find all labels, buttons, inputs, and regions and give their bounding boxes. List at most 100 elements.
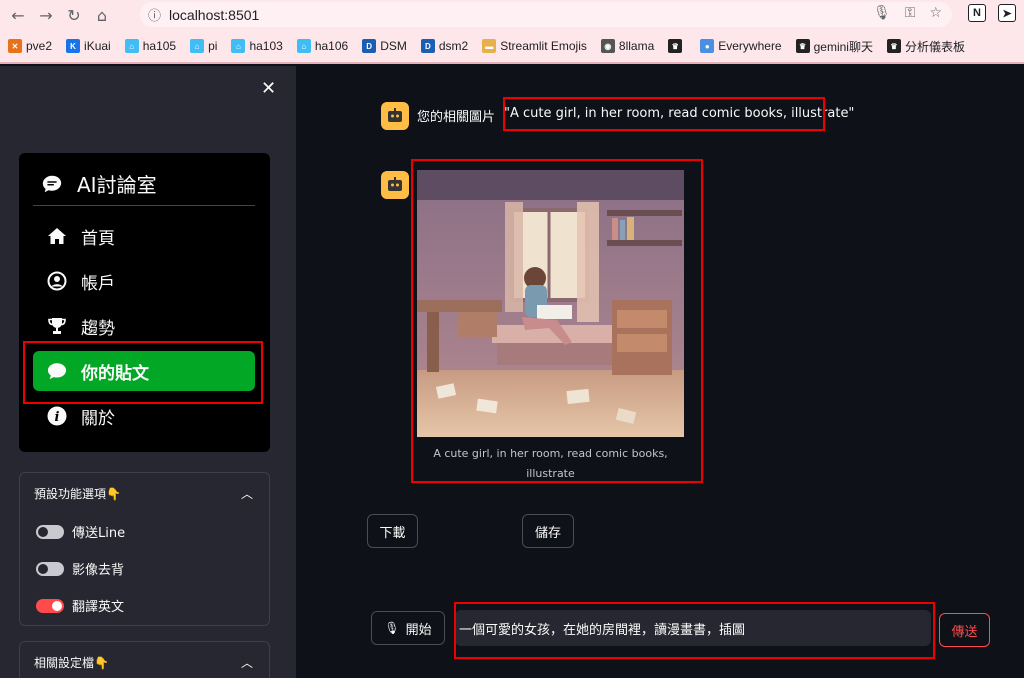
telegram-icon[interactable]: ➤ [998,4,1016,22]
bookmark-item[interactable]: ♛ [668,39,686,53]
toggle-switch[interactable] [36,561,64,576]
bookmark-label: pve2 [26,39,53,53]
bookmark-label: iKuai [84,39,111,53]
save-button[interactable]: 儲存 [522,514,574,548]
bookmark-item[interactable]: KiKuai [66,39,111,53]
crown-icon: ♛ [886,39,901,53]
bookmark-item[interactable]: Ddsm2 [420,39,468,53]
svg-text:i: i [55,410,60,425]
navigation-menu: AI討論室 首頁 帳戶 趨勢 你的貼文 i 關於 [19,153,270,452]
bookmark-item[interactable]: ⌂ ha106 [296,39,349,53]
toggle-send-line[interactable]: 傳送Line [20,513,269,550]
x-icon: ✕ [8,39,22,53]
robot-icon [388,177,402,191]
bookmark-item[interactable]: ⌂ pi [190,39,217,53]
bookmark-item[interactable]: ♛ 分析儀表板 [886,38,965,55]
related-image-prefix: 您的相關圖片 [417,110,496,125]
microphone-icon: 🎙 [384,621,400,635]
dsm-icon: D [420,39,435,53]
bot-avatar [381,171,409,199]
bookmark-label: Streamlit Emojis [500,39,587,53]
toggle-translate-english[interactable]: 翻譯英文 [20,587,269,624]
menu-item-label: 關於 [81,408,115,429]
bookmark-item[interactable]: ⌂ ha103 [231,39,283,53]
trophy-icon [47,316,67,336]
chevron-up-icon: ︿ [240,486,253,501]
home-icon[interactable]: ⌂ [88,1,116,29]
crown-icon: ♛ [668,39,683,53]
bookmark-item[interactable]: ♛ gemini聊天 [795,38,873,55]
menu-item-home[interactable]: 首頁 [33,216,255,256]
toggle-label: 翻譯英文 [72,600,125,615]
sidebar: ✕ AI討論室 首頁 帳戶 趨勢 你的貼文 i 關於 預設功能選項👇 ︿ 傳送L… [0,66,296,678]
highlight-box [503,97,825,131]
crown-icon: ♛ [795,39,810,53]
toggle-switch[interactable] [36,598,64,613]
toggle-remove-background[interactable]: 影像去背 [20,550,269,587]
bookmark-item[interactable]: ⌂ ha105 [124,39,177,53]
bookmarks-bar: ✕ pve2 KiKuai ⌂ ha105 ⌂ pi ⌂ ha103 ⌂ ha106 D DSM Ddsm… [0,30,1024,64]
folder-icon: ▬ [482,39,497,53]
bookmark-item[interactable]: ▬ Streamlit Emojis [482,39,587,53]
bookmark-label: 8llama [618,39,655,53]
highlight-box [23,341,263,404]
chevron-up-icon: ︿ [240,655,253,670]
back-icon[interactable]: ← [4,1,32,29]
chat-bubble-icon: ● [700,39,715,53]
site-info-icon[interactable]: ⓘ [148,5,161,24]
robot-icon [388,108,402,122]
mic-start-button[interactable]: 🎙 開始 [371,611,445,645]
llama-icon: ◉ [600,39,615,53]
options-expander: 預設功能選項👇 ︿ 傳送Line 影像去背 翻譯英文 [19,472,270,626]
menu-item-label: 帳戶 [81,273,115,294]
config-expander: 相關設定檔👇 ︿ [19,641,270,678]
close-sidebar-icon[interactable]: ✕ [261,78,276,99]
menu-item-label: 趨勢 [81,318,115,339]
reload-icon[interactable]: ↻ [60,1,88,29]
bookmark-label: ha105 [142,39,177,53]
menu-title-text: AI討論室 [77,173,157,197]
bookmark-label: ha103 [249,39,283,53]
send-button[interactable]: 傳送 [939,613,990,647]
address-bar[interactable]: ⓘ localhost:8501 🎙 ⚿ ☆ [140,2,952,27]
bookmark-item[interactable]: ● Everywhere [700,39,782,53]
toggle-switch[interactable] [36,524,64,539]
home-assistant-icon: ⌂ [124,39,139,53]
browser-toolbar: ← → ↻ ⌂ ⓘ localhost:8501 🎙 ⚿ ☆ N ➤ [0,0,1024,30]
bookmark-item[interactable]: ✕ pve2 [8,39,52,53]
forward-icon[interactable]: → [32,1,60,29]
key-icon[interactable]: ⚿ [905,5,916,21]
bookmark-item[interactable]: ◉ 8llama [600,39,655,53]
bot-avatar [381,102,409,130]
toggle-label: 影像去背 [72,563,125,578]
related-image-message: 您的相關圖片 [417,106,495,125]
options-expander-header[interactable]: 預設功能選項👇 ︿ [20,473,269,513]
download-button[interactable]: 下載 [367,514,418,548]
star-icon[interactable]: ☆ [929,5,942,21]
toggle-label: 傳送Line [72,526,126,541]
home-assistant-icon: ⌂ [296,39,311,53]
menu-title: AI討論室 [41,169,157,198]
menu-item-account[interactable]: 帳戶 [33,261,255,301]
menu-divider [33,205,255,206]
bookmark-label: DSM [380,39,407,53]
highlight-box [454,602,935,659]
url-text: localhost:8501 [169,6,260,23]
menu-item-trends[interactable]: 趨勢 [33,306,255,346]
main-content: 您的相關圖片 "A cute girl, in her room, read c… [296,66,1024,678]
info-icon: i [47,406,67,426]
bookmark-label: ha106 [314,39,349,53]
config-title: 相關設定檔👇 [34,655,109,670]
dsm-icon: D [362,39,377,53]
bookmark-label: gemini聊天 [813,39,873,54]
home-icon [47,226,67,246]
user-circle-icon [47,271,67,291]
notion-icon[interactable]: N [968,4,986,22]
k-icon: K [66,39,81,53]
highlight-box [411,159,703,483]
bookmark-item[interactable]: D DSM [362,39,407,53]
chat-icon [42,175,62,192]
microphone-icon[interactable]: 🎙 [873,5,891,21]
bookmark-label: pi [208,39,218,53]
config-expander-header[interactable]: 相關設定檔👇 ︿ [20,642,269,678]
